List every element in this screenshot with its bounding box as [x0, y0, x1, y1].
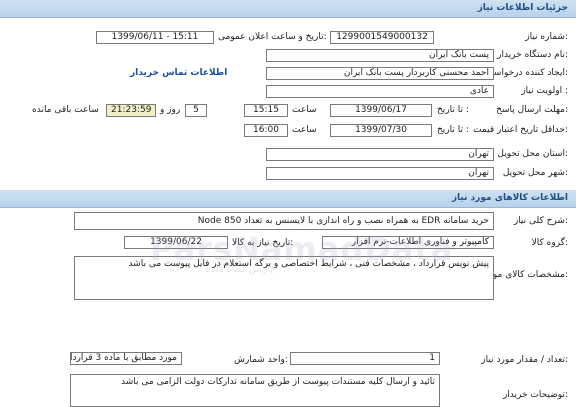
province-field: تهران	[266, 148, 494, 161]
validity-date-field: 1399/07/30	[330, 124, 432, 137]
goods-header: اطلاعات کالاهای مورد نیاز	[0, 190, 576, 208]
validity-until-label: تا تاریخ :	[437, 125, 469, 135]
days-label: روز و	[160, 105, 181, 115]
watermark-subtitle: پارس نماد داده	[205, 262, 274, 275]
unit-field: مورد مطابق با ماده 3 قرارداد	[70, 352, 182, 365]
time-remaining-label: ساعت باقی مانده	[32, 105, 99, 115]
quantity-field: 1	[290, 352, 440, 365]
priority-label: اولویت نیاز :	[521, 86, 568, 96]
creator-label: ایجاد کننده درخواست:	[485, 68, 568, 78]
creator-field: احمد محسنی کاربردار پست بانک ایران	[266, 67, 494, 80]
validity-time-field: 16:00	[244, 124, 288, 137]
details-header: جزئیات اطلاعات نیاز	[0, 0, 576, 18]
days-remaining-field: 5	[185, 104, 207, 117]
details-header-title: جزئیات اطلاعات نیاز	[477, 3, 568, 13]
announce-field: 1399/06/11 - 15:11	[96, 31, 214, 44]
validity-time-label: ساعت	[292, 125, 317, 135]
deadline-time-label: ساعت	[292, 105, 317, 115]
deadline-date-field: 1399/06/17	[330, 104, 432, 117]
quantity-label: تعداد / مقدار مورد نیاز:	[481, 355, 568, 365]
summary-label: شرح کلی نیاز:	[513, 216, 568, 226]
city-field: تهران	[266, 167, 494, 180]
buyer-field: پست بانک ایران	[266, 49, 494, 62]
deadline-label: مهلت ارسال پاسخ:	[496, 105, 568, 115]
deadline-until-label: تا تاریخ :	[437, 105, 469, 115]
time-remaining-field: 21:23:59	[106, 104, 156, 117]
need-number-field: 1299001549000132	[330, 31, 434, 44]
goods-group-label: گروه کالا:	[531, 238, 568, 248]
city-label: شهر محل تحویل:	[502, 168, 568, 178]
goods-header-title: اطلاعات کالاهای مورد نیاز	[451, 193, 568, 203]
priority-field: عادی	[266, 85, 494, 98]
deadline-time-field: 15:15	[244, 104, 288, 117]
notes-label: توضیحات خریدار:	[502, 390, 568, 400]
watermark: ParsNamadData	[150, 230, 454, 268]
buyer-contact-link[interactable]: اطلاعات تماس خریدار	[130, 68, 227, 78]
notes-field: تائید و ارسال کلیه مستندات پیوست از طریق…	[70, 374, 440, 407]
validity-label: حداقل تاریخ اعتبار قیمت:	[473, 125, 568, 135]
province-label: استان محل تحویل:	[497, 149, 568, 159]
announce-label: تاریخ و ساعت اعلان عمومی:	[218, 32, 327, 42]
unit-label: واحد شمارش:	[234, 355, 288, 365]
need-number-label: شماره نیاز:	[525, 32, 568, 42]
buyer-label: نام دستگاه خریدار:	[497, 50, 568, 60]
summary-field: خرید سامانه EDR به همراه نصب و راه انداز…	[74, 212, 494, 230]
